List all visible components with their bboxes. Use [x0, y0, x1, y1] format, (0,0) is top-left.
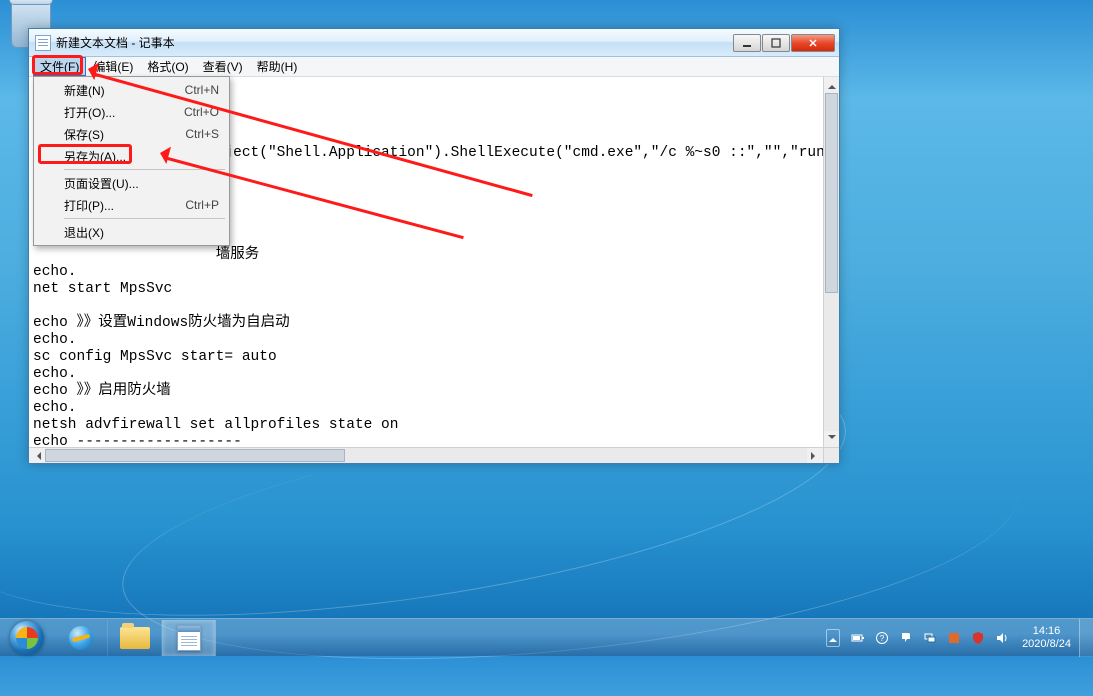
menu-item-save[interactable]: 保存(S) Ctrl+S	[36, 123, 227, 145]
svg-text:?: ?	[880, 634, 885, 643]
close-button[interactable]	[791, 34, 835, 52]
battery-icon[interactable]	[849, 629, 867, 647]
window-title: 新建文本文档 - 记事本	[56, 34, 733, 51]
menu-item-exit[interactable]: 退出(X)	[36, 221, 227, 243]
scroll-left-button[interactable]	[29, 448, 45, 463]
notepad-icon	[177, 625, 201, 651]
menu-help[interactable]: 帮助(H)	[250, 57, 305, 76]
menu-item-print[interactable]: 打印(P)... Ctrl+P	[36, 194, 227, 216]
taskbar-item-explorer[interactable]	[108, 620, 162, 656]
vertical-scrollbar[interactable]	[823, 77, 839, 447]
horizontal-scrollbar-thumb[interactable]	[45, 449, 345, 462]
security-icon[interactable]	[969, 629, 987, 647]
menu-item-page-setup[interactable]: 页面设置(U)...	[36, 172, 227, 194]
clock-time: 14:16	[1022, 625, 1071, 638]
ie-icon	[69, 626, 93, 650]
menu-format[interactable]: 格式(O)	[140, 57, 195, 76]
maximize-button[interactable]	[762, 34, 790, 52]
scroll-right-button[interactable]	[807, 448, 823, 463]
tray-icon-generic[interactable]	[945, 629, 963, 647]
show-desktop-button[interactable]	[1079, 619, 1093, 657]
horizontal-scrollbar[interactable]	[29, 447, 823, 463]
show-hidden-icons-button[interactable]	[826, 629, 840, 647]
vertical-scrollbar-thumb[interactable]	[825, 93, 838, 293]
taskbar: ? 14:16 2020/8/24	[0, 618, 1093, 656]
folder-icon	[120, 627, 150, 649]
windows-orb-icon	[10, 621, 44, 655]
minimize-button[interactable]	[733, 34, 761, 52]
help-icon[interactable]: ?	[873, 629, 891, 647]
taskbar-item-ie[interactable]	[54, 620, 108, 656]
volume-icon[interactable]	[993, 629, 1011, 647]
menu-separator	[64, 218, 225, 219]
system-tray: ? 14:16 2020/8/24	[826, 619, 1093, 657]
menu-bar: 文件(F) 编辑(E) 格式(O) 查看(V) 帮助(H)	[29, 57, 839, 77]
taskbar-clock[interactable]: 14:16 2020/8/24	[1014, 625, 1079, 651]
menu-item-save-as[interactable]: 另存为(A)...	[36, 145, 227, 167]
start-button[interactable]	[0, 619, 54, 657]
scrollbar-corner	[823, 447, 839, 463]
scroll-up-button[interactable]	[824, 77, 839, 93]
action-center-icon[interactable]	[897, 629, 915, 647]
title-bar[interactable]: 新建文本文档 - 记事本	[29, 29, 839, 57]
scroll-down-button[interactable]	[824, 431, 839, 447]
notepad-icon	[35, 35, 51, 51]
clock-date: 2020/8/24	[1022, 638, 1071, 651]
menu-view[interactable]: 查看(V)	[196, 57, 250, 76]
network-icon[interactable]	[921, 629, 939, 647]
taskbar-item-notepad[interactable]	[162, 620, 216, 656]
